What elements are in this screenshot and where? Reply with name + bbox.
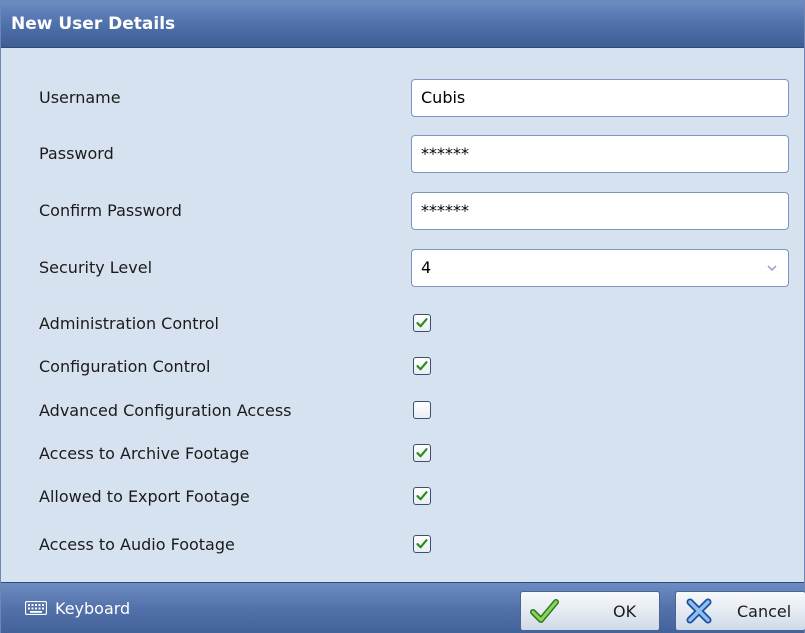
title-bar: New User Details (1, 1, 804, 48)
checkbox-administration-control[interactable] (413, 314, 431, 332)
username-field[interactable]: Cubis (411, 79, 789, 117)
perm-label-export: Allowed to Export Footage (39, 487, 250, 506)
checkmark-icon (416, 448, 428, 458)
confirm-password-field[interactable]: ****** (411, 192, 789, 230)
ok-button[interactable]: OK (520, 591, 660, 631)
keyboard-icon (25, 601, 47, 615)
cancel-button[interactable]: Cancel (675, 591, 805, 631)
dialog-footer: Keyboard OK Cancel (1, 582, 805, 633)
cancel-x-icon (686, 598, 712, 624)
security-level-label: Security Level (39, 258, 153, 277)
username-label: Username (39, 88, 121, 107)
checkbox-archive-footage[interactable] (413, 444, 431, 462)
checkbox-advanced-configuration-access[interactable] (413, 401, 431, 419)
checkmark-icon (416, 539, 428, 549)
chevron-down-icon (767, 265, 777, 272)
perm-label-configuration: Configuration Control (39, 357, 211, 376)
password-label: Password (39, 144, 114, 163)
keyboard-button[interactable]: Keyboard (25, 596, 130, 620)
perm-label-archive: Access to Archive Footage (39, 444, 250, 463)
cancel-label: Cancel (737, 601, 792, 621)
keyboard-label: Keyboard (55, 598, 131, 618)
checkmark-icon (416, 318, 428, 328)
checkbox-configuration-control[interactable] (413, 357, 431, 375)
dialog-title: New User Details (11, 14, 176, 34)
checkbox-export-footage[interactable] (413, 487, 431, 505)
checkmark-icon (530, 599, 559, 623)
security-level-value: 4 (421, 258, 432, 277)
checkmark-icon (416, 491, 428, 501)
perm-label-audio: Access to Audio Footage (39, 535, 235, 554)
security-level-select[interactable]: 4 (411, 249, 789, 287)
checkmark-icon (416, 361, 428, 371)
new-user-details-dialog: New User Details Username Cubis Password… (0, 0, 805, 633)
ok-label: OK (613, 601, 637, 621)
perm-label-administration: Administration Control (39, 314, 219, 333)
perm-label-advanced-configuration: Advanced Configuration Access (39, 401, 292, 420)
checkbox-audio-footage[interactable] (413, 535, 431, 553)
password-field[interactable]: ****** (411, 135, 789, 173)
confirm-password-label: Confirm Password (39, 201, 182, 220)
